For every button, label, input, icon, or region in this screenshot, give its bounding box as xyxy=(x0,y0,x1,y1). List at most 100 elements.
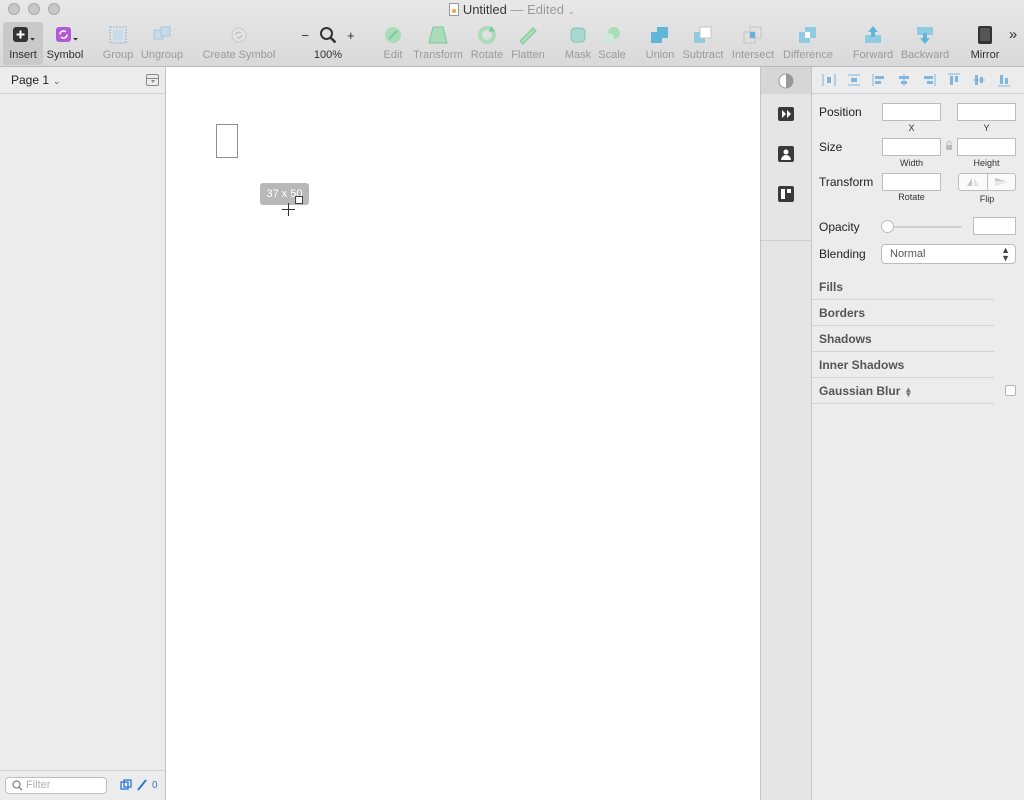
search-icon xyxy=(12,780,23,791)
edit-button[interactable]: Edit xyxy=(378,24,408,64)
forward-button[interactable]: Forward xyxy=(850,24,896,64)
distribute-vertical-icon[interactable] xyxy=(845,73,862,87)
mask-icon xyxy=(570,27,586,43)
opacity-label: Opacity xyxy=(819,220,860,234)
insert-button[interactable]: Insert xyxy=(4,24,42,64)
flatten-icon xyxy=(519,27,537,45)
layer-filter-input[interactable]: Filter xyxy=(5,777,107,794)
transform-button[interactable]: Transform xyxy=(410,24,466,64)
insert-plus-icon xyxy=(13,27,35,42)
toggle-pages-button[interactable] xyxy=(146,74,159,86)
align-left-icon[interactable] xyxy=(870,73,887,87)
gaussian-blur-section[interactable]: Gaussian Blur ▲ ▼ xyxy=(812,378,994,404)
backward-label: Backward xyxy=(900,49,950,61)
width-input[interactable] xyxy=(882,138,941,156)
filter-options: 0 xyxy=(120,779,158,791)
tab-style[interactable] xyxy=(761,67,811,94)
align-center-icon[interactable] xyxy=(895,73,912,87)
forward-label: Forward xyxy=(852,49,894,61)
ungroup-label: Ungroup xyxy=(140,49,184,61)
rotate-input[interactable] xyxy=(882,173,941,191)
blur-type-updown-icon[interactable]: ▲ ▼ xyxy=(904,385,912,398)
prototype-tab-icon xyxy=(778,107,794,121)
alignment-toolbar xyxy=(812,67,1024,94)
tabs-divider xyxy=(761,240,813,241)
zoom-out-button[interactable]: − xyxy=(301,28,309,43)
tab-share[interactable] xyxy=(761,134,811,174)
mirror-icon xyxy=(978,26,992,44)
document-icon xyxy=(448,3,459,16)
crosshair-cursor-icon xyxy=(282,203,295,216)
fills-section[interactable]: Fills xyxy=(812,274,994,300)
align-bottom-icon[interactable] xyxy=(995,73,1012,87)
toolbar: Untitled — Edited ⌄ Insert Symbol Group … xyxy=(0,0,1024,67)
opacity-input[interactable] xyxy=(973,217,1016,235)
opacity-slider-track[interactable] xyxy=(884,226,962,228)
backward-button[interactable]: Backward xyxy=(898,24,952,64)
symbol-icon xyxy=(56,27,78,42)
height-input[interactable] xyxy=(957,138,1016,156)
shadows-section[interactable]: Shadows xyxy=(812,326,994,352)
rotate-button[interactable]: Rotate xyxy=(468,24,506,64)
distribute-horizontal-icon[interactable] xyxy=(820,73,837,87)
symbol-label: Symbol xyxy=(46,49,84,61)
flip-vertical-button[interactable] xyxy=(986,174,1016,190)
gaussian-blur-label: Gaussian Blur xyxy=(819,384,901,398)
mirror-label: Mirror xyxy=(970,49,1000,61)
insert-label: Insert xyxy=(9,49,37,61)
difference-label: Difference xyxy=(783,49,833,61)
select-updown-icon: ▲ ▼ xyxy=(1001,245,1010,263)
page-selector[interactable]: Page 1 ⌄ xyxy=(11,73,61,87)
edited-status: — Edited xyxy=(510,2,564,17)
slices-filter-icon[interactable] xyxy=(136,779,148,791)
union-button[interactable]: Union xyxy=(643,24,677,64)
y-caption: Y xyxy=(983,123,990,133)
position-y-input[interactable] xyxy=(957,103,1016,121)
group-label: Group xyxy=(102,49,134,61)
symbols-filter-icon[interactable] xyxy=(120,779,132,791)
opacity-slider-knob[interactable] xyxy=(881,220,894,233)
size-label: Size xyxy=(819,140,843,154)
mask-button[interactable]: Mask xyxy=(561,24,595,64)
blending-select[interactable]: Normal ▲ ▼ xyxy=(881,244,1016,264)
tab-prototype[interactable] xyxy=(761,94,811,134)
inspector-panel: Position X Y Size Width Height Transform… xyxy=(812,67,1024,800)
difference-button[interactable]: Difference xyxy=(779,24,837,64)
gaussian-blur-checkbox[interactable] xyxy=(1005,385,1016,396)
position-x-input[interactable] xyxy=(882,103,941,121)
align-right-icon[interactable] xyxy=(920,73,937,87)
x-caption: X xyxy=(908,123,915,133)
inner-shadows-section[interactable]: Inner Shadows xyxy=(812,352,994,378)
group-button[interactable]: Group xyxy=(100,24,136,64)
toolbar-overflow-button[interactable]: » xyxy=(1004,26,1022,66)
subtract-button[interactable]: Subtract xyxy=(680,24,726,64)
mirror-button[interactable]: Mirror xyxy=(966,24,1004,64)
intersect-button[interactable]: Intersect xyxy=(729,24,777,64)
page-chevron-down-icon: ⌄ xyxy=(53,76,61,86)
flip-horizontal-icon xyxy=(966,178,979,186)
scale-button[interactable]: Scale xyxy=(596,24,628,64)
group-icon xyxy=(109,26,127,44)
zoom-in-button[interactable]: + xyxy=(347,28,355,43)
borders-section[interactable]: Borders xyxy=(812,300,994,326)
create-symbol-button[interactable]: Create Symbol xyxy=(200,24,278,64)
window-title[interactable]: Untitled — Edited ⌄ xyxy=(0,2,1024,17)
drawn-rectangle[interactable] xyxy=(216,124,238,158)
flip-horizontal-button[interactable] xyxy=(959,174,987,190)
canvas[interactable]: 37 x 50 xyxy=(166,67,760,800)
subtract-icon xyxy=(694,26,712,43)
lock-icon[interactable] xyxy=(945,141,953,151)
inspector-tabs xyxy=(760,67,813,800)
align-middle-icon[interactable] xyxy=(970,73,987,87)
filter-bar: Filter 0 xyxy=(0,770,165,800)
zoom-level: 100% xyxy=(313,49,343,61)
flatten-button[interactable]: Flatten xyxy=(508,24,548,64)
align-top-icon[interactable] xyxy=(945,73,962,87)
width-caption: Width xyxy=(899,158,923,168)
ungroup-button[interactable]: Ungroup xyxy=(139,24,185,64)
zoom-magnifier-icon[interactable] xyxy=(319,26,337,44)
tab-export[interactable] xyxy=(761,174,811,214)
cursor-shape-badge-icon xyxy=(295,196,303,204)
symbol-button[interactable]: Symbol xyxy=(44,24,86,64)
intersect-icon xyxy=(743,26,762,44)
